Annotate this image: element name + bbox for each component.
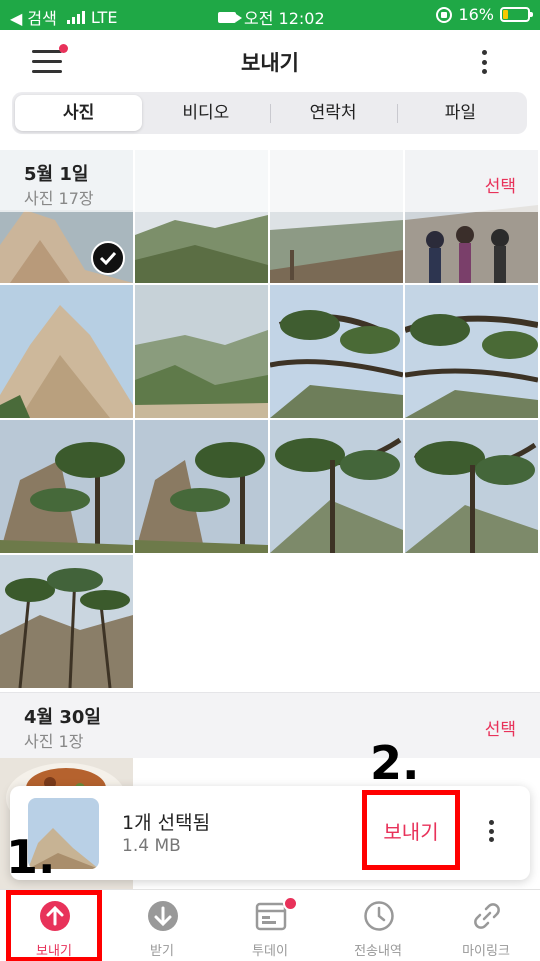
- selected-count: 1개 선택됨: [122, 812, 211, 834]
- status-bar: ◀ 검색 LTE 오전 12:02 16%: [0, 0, 540, 30]
- nav-label: 투데이: [252, 944, 288, 959]
- bottom-navigation: 보내기 받기 투데이 전송내역 마이링크: [0, 889, 540, 961]
- photo-thumbnail[interactable]: [135, 420, 268, 553]
- section-photo-count: 사진 1장: [24, 732, 84, 751]
- tab-label: 사진: [62, 103, 95, 123]
- photo-thumbnail[interactable]: [0, 555, 133, 688]
- step-2-annotation: 2.: [370, 736, 420, 790]
- select-button[interactable]: 선택: [485, 715, 516, 740]
- media-type-tabs: 사진 비디오 연락처 파일: [12, 92, 527, 134]
- selected-size: 1.4 MB: [122, 836, 181, 856]
- link-icon: [474, 903, 500, 929]
- status-time: 오전 12:02: [244, 9, 325, 28]
- selection-bar: 1개 선택됨 1.4 MB 보내기: [10, 786, 530, 880]
- photo-thumbnail[interactable]: [135, 285, 268, 418]
- section-header-may-1: 5월 1일 사진 17장 선택: [0, 150, 540, 212]
- clock-icon: [364, 901, 394, 931]
- status-center: 오전 12:02: [218, 5, 325, 29]
- select-button[interactable]: 선택: [485, 172, 516, 197]
- app-header: 보내기: [0, 30, 540, 92]
- section-date: 5월 1일: [24, 164, 89, 185]
- nav-today[interactable]: 투데이: [216, 890, 324, 961]
- tab-label: 파일: [444, 103, 477, 123]
- nav-history[interactable]: 전송내역: [324, 890, 432, 961]
- nav-send[interactable]: 보내기: [0, 890, 108, 961]
- tab-files[interactable]: 파일: [396, 95, 524, 131]
- nav-label: 전송내역: [354, 944, 402, 959]
- photo-thumbnail[interactable]: [405, 285, 538, 418]
- nav-label: 마이링크: [462, 944, 510, 959]
- photo-thumbnail[interactable]: [0, 285, 133, 418]
- tab-videos[interactable]: 비디오: [142, 95, 269, 131]
- more-vertical-icon[interactable]: [474, 50, 494, 74]
- battery-icon: [500, 7, 533, 22]
- notification-dot: [283, 896, 298, 911]
- tab-divider: [269, 104, 271, 123]
- photo-thumbnail[interactable]: [405, 420, 538, 553]
- section-photo-count: 사진 17장: [24, 189, 94, 208]
- page-title: 보내기: [241, 51, 299, 75]
- more-options-icon[interactable]: [489, 820, 494, 842]
- nav-label: 받기: [150, 944, 174, 959]
- photo-thumbnail[interactable]: [0, 420, 133, 553]
- status-left: ◀ 검색 LTE: [10, 5, 117, 29]
- nav-mylink[interactable]: 마이링크: [432, 890, 540, 961]
- status-right: 16%: [436, 5, 533, 24]
- send-button[interactable]: 보내기: [362, 790, 460, 870]
- selected-check-icon[interactable]: [91, 241, 125, 275]
- step-1-annotation: 1.: [6, 830, 56, 884]
- tab-label: 비디오: [182, 103, 230, 123]
- tab-label: 연락처: [309, 103, 357, 123]
- highlight-box: [6, 890, 102, 961]
- download-circle-icon: [148, 901, 178, 931]
- rotation-lock-icon: [436, 6, 453, 23]
- photo-grid-may-1: [0, 150, 540, 688]
- network-type: LTE: [90, 7, 118, 27]
- back-to-search-link[interactable]: ◀ 검색: [10, 5, 57, 29]
- tab-contacts[interactable]: 연락처: [269, 95, 397, 131]
- nav-receive[interactable]: 받기: [108, 890, 216, 961]
- video-camera-icon: [218, 11, 242, 23]
- section-date: 4월 30일: [24, 707, 101, 728]
- signal-icon: [66, 10, 85, 24]
- battery-percent: 16%: [458, 5, 494, 24]
- photo-thumbnail[interactable]: [270, 420, 403, 553]
- photo-thumbnail[interactable]: [270, 285, 403, 418]
- section-header-apr-30: 4월 30일 사진 1장 선택: [0, 692, 540, 758]
- tab-photos[interactable]: 사진: [15, 95, 143, 131]
- tab-divider: [396, 104, 398, 123]
